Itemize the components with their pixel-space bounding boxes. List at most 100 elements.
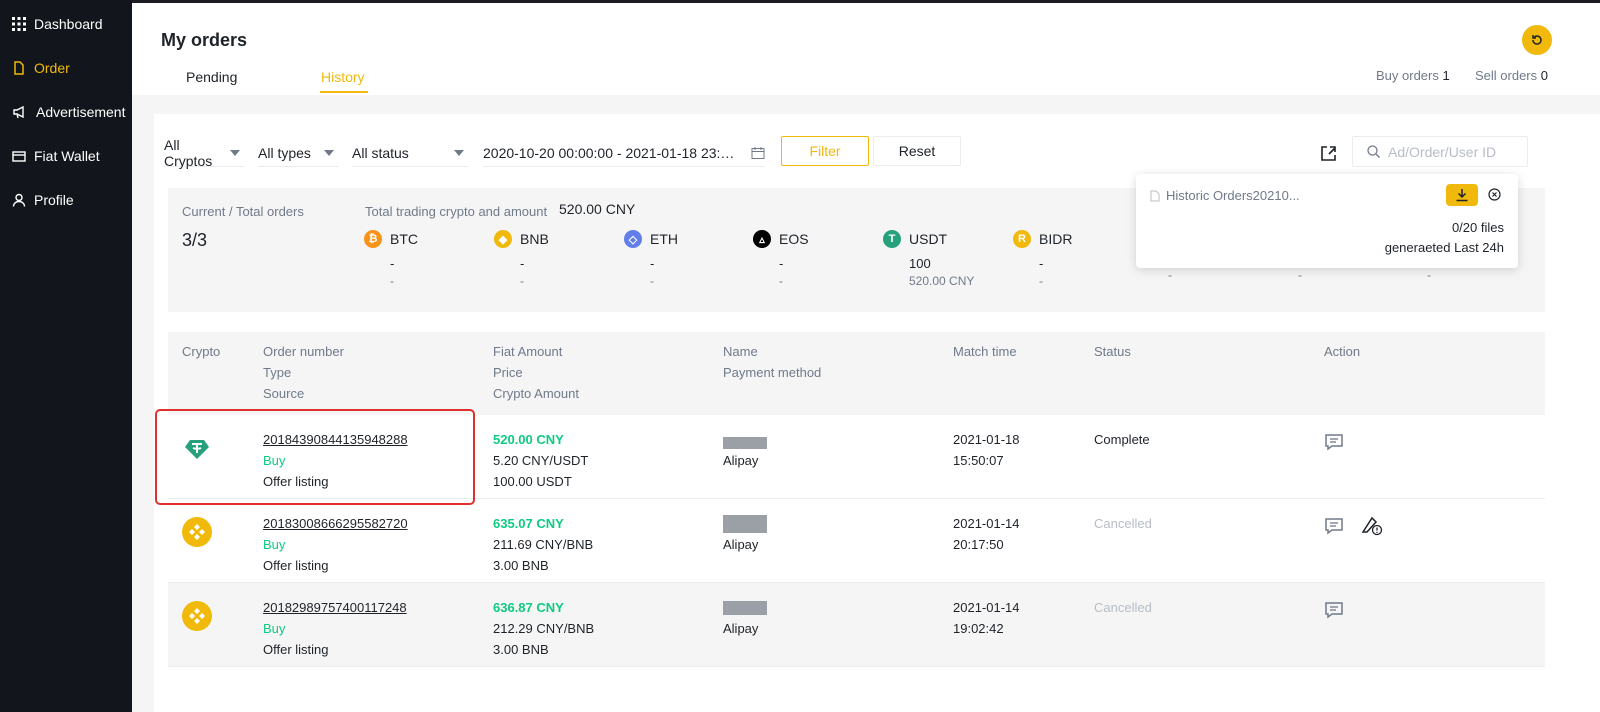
payment-method: Alipay [723, 621, 759, 636]
download-button[interactable] [1446, 184, 1478, 206]
sidebar-item-label: Fiat Wallet [34, 148, 100, 164]
sidebar-item-fiat-wallet[interactable]: Fiat Wallet [12, 148, 100, 164]
order-source: Offer listing [263, 642, 329, 657]
status-badge: Complete [1094, 432, 1150, 447]
sidebar-item-order[interactable]: Order [12, 60, 70, 76]
column-fiat-amount: Fiat Amount Price Crypto Amount [493, 341, 579, 404]
highlight-box [155, 409, 475, 505]
coin-symbol: BNB [520, 231, 549, 247]
megaphone-icon [13, 105, 24, 119]
column-status: Status [1094, 344, 1131, 359]
order-number-link[interactable]: 20183008666295582720 [263, 513, 408, 534]
crypto-select[interactable]: All Cryptos [164, 137, 244, 169]
coin-summary-bnb: ◆ BNB - - [494, 230, 624, 288]
chat-icon [1325, 602, 1343, 619]
reset-button[interactable]: Reset [873, 136, 961, 166]
column-payment-method-label: Payment method [723, 365, 822, 380]
price: 5.20 CNY/USDT [493, 453, 589, 468]
date-range-picker[interactable]: 2020-10-20 00:00:00 - 2021-01-18 23:59:5… [483, 139, 765, 167]
main-panel: My orders Pending History Buy orders 1 S… [132, 3, 1600, 712]
sidebar-item-label: Advertisement [36, 104, 126, 120]
coin-amount: - [520, 256, 525, 271]
crypto-amount: 3.00 BNB [493, 558, 549, 573]
fiat-amount: 636.87 CNY [493, 600, 564, 615]
fiat-amount: 635.07 CNY [493, 516, 564, 531]
redacted-name [723, 515, 767, 533]
crypto-amount: 3.00 BNB [493, 642, 549, 657]
sidebar-item-advertisement[interactable]: Advertisement [12, 104, 125, 120]
bnb-icon: ◆ [494, 230, 512, 248]
chat-icon [1325, 434, 1343, 451]
wallet-icon [12, 151, 26, 162]
tab-history[interactable]: History [321, 69, 365, 85]
column-type-label: Type [263, 365, 292, 380]
filter-button[interactable]: Filter [781, 136, 869, 166]
page-header: My orders Pending History Buy orders 1 S… [132, 3, 1600, 95]
type-select[interactable]: All types [258, 139, 338, 167]
chat-button[interactable] [1324, 601, 1344, 624]
tab-pending[interactable]: Pending [186, 69, 237, 85]
export-files-count: 0/20 files [1451, 220, 1504, 235]
status-select-value: All status [352, 144, 409, 161]
status-badge: Cancelled [1094, 516, 1152, 531]
coin-cny: - [1298, 268, 1302, 282]
coin-amount: 100 [909, 256, 931, 271]
refresh-button[interactable] [1522, 25, 1552, 55]
search-icon [1367, 145, 1380, 158]
chat-button[interactable] [1324, 517, 1344, 540]
coin-summary-eos: ▵ EOS - - [753, 230, 883, 288]
order-info: 20182989757400117248 Buy Offer listing [263, 597, 407, 660]
match-clock: 15:50:07 [953, 453, 1004, 468]
export-button[interactable] [1320, 144, 1338, 167]
coin-symbol: USDT [909, 231, 948, 247]
buy-orders-label: Buy orders [1376, 68, 1439, 83]
bidr-icon: R [1013, 230, 1031, 248]
column-fiat-amount-label: Fiat Amount [493, 344, 563, 359]
price: 212.29 CNY/BNB [493, 621, 595, 636]
column-name: Name Payment method [723, 341, 821, 383]
match-clock: 20:17:50 [953, 537, 1004, 552]
export-popup: Historic Orders20210... 0/20 files gener… [1136, 174, 1518, 268]
column-crypto: Crypto [182, 344, 221, 359]
coin-summary-usdt: T USDT 100 520.00 CNY [883, 230, 1013, 288]
sidebar-item-dashboard[interactable]: Dashboard [12, 16, 103, 32]
coin-amount: - [390, 256, 395, 271]
sidebar-item-label: Order [34, 60, 70, 76]
column-price-label: Price [493, 365, 523, 380]
column-order-number: Order number Type Source [263, 341, 344, 404]
sell-orders-label: Sell orders [1475, 68, 1538, 83]
coin-amount: - [779, 256, 784, 271]
close-button[interactable] [1488, 188, 1501, 206]
coin-summary-btc: ₿ BTC - - [364, 230, 494, 288]
counterparty: Alipay [723, 597, 767, 639]
coin-summary-eth: ◇ ETH - - [624, 230, 754, 288]
total-trading-label: Total trading crypto and amount [365, 204, 548, 219]
payment-method: Alipay [723, 537, 759, 552]
coin-symbol: EOS [779, 231, 809, 247]
column-source-label: Source [263, 386, 305, 401]
coin-cny: - [1427, 268, 1431, 282]
table-row: 20183008666295582720 Buy Offer listing 6… [168, 499, 1545, 583]
sidebar-item-profile[interactable]: Profile [12, 192, 74, 208]
export-icon [1321, 146, 1336, 161]
document-icon [14, 61, 24, 75]
order-number-link[interactable]: 20182989757400117248 [263, 597, 407, 618]
coin-cny: - [390, 274, 394, 288]
status-select[interactable]: All status [352, 139, 468, 167]
chat-button[interactable] [1324, 433, 1344, 456]
active-tab-indicator [320, 91, 368, 93]
grid-icon [12, 17, 26, 31]
close-icon [1488, 188, 1501, 201]
sidebar-item-label: Profile [34, 192, 74, 208]
buy-orders-count: Buy orders 1 [1376, 68, 1450, 83]
coin-amount: - [1039, 256, 1044, 271]
appeal-button[interactable] [1360, 514, 1384, 541]
download-icon [1456, 189, 1468, 202]
status-badge: Cancelled [1094, 600, 1152, 615]
appeal-icon [1361, 516, 1383, 536]
orders-table-header: Crypto Order number Type Source Fiat Amo… [168, 332, 1545, 415]
crypto-amount: 100.00 USDT [493, 474, 572, 489]
export-file-name: Historic Orders20210... [1166, 188, 1300, 203]
search-input[interactable] [1388, 143, 1518, 160]
match-date: 2021-01-18 [953, 432, 1020, 447]
